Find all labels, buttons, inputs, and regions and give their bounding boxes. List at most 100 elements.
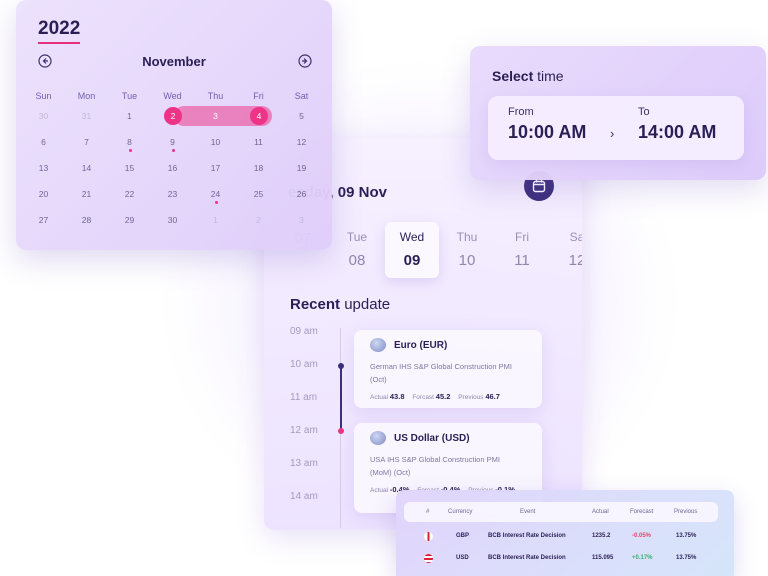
time-range-box[interactable]: From 10:00 AM › To 14:00 AM xyxy=(488,96,744,160)
week-day-number: 08 xyxy=(348,252,366,269)
calendar-day[interactable]: 16 xyxy=(151,158,194,178)
calendar-day[interactable]: 13 xyxy=(22,158,65,178)
weekday-header: Thu xyxy=(207,91,224,101)
timeline-marker xyxy=(338,363,344,369)
calendar-day[interactable]: 26 xyxy=(280,184,323,204)
calendar-day[interactable]: 14 xyxy=(65,158,108,178)
calendar-day[interactable]: 7 xyxy=(65,132,108,152)
table-row[interactable]: USD BCB Interest Rate Decision 115.095 +… xyxy=(404,550,718,568)
row-previous: 13.75% xyxy=(676,555,697,561)
row-event: BCB Interest Rate Decision xyxy=(488,533,566,539)
forecast-value: 45.2 xyxy=(435,392,451,401)
weekday-header: Fri xyxy=(253,91,264,101)
calendar-day[interactable]: 10 xyxy=(194,132,237,152)
euro-coin-icon xyxy=(370,338,386,352)
event-description: USA IHS S&P Global Construction PMI (MoM… xyxy=(370,455,500,477)
calendar-day[interactable]: 2 xyxy=(237,210,280,230)
event-currency: US Dollar (USD) xyxy=(394,432,470,444)
time-select-title-rest: time xyxy=(533,68,564,84)
calendar-day[interactable]: 1 xyxy=(194,210,237,230)
row-currency: GBP xyxy=(456,533,470,539)
row-forecast: +0.17% xyxy=(632,555,653,561)
event-card[interactable]: Euro (EUR) German IHS S&P Global Constru… xyxy=(354,330,542,408)
calendar-day[interactable]: 29 xyxy=(108,210,151,230)
event-stats: Actual 43.8 Forcast 45.2 Previous 46.7 xyxy=(370,392,532,401)
from-label: From xyxy=(508,106,534,118)
week-day[interactable]: Fri 11 xyxy=(495,222,549,278)
calendar-day[interactable]: 31 xyxy=(65,106,108,126)
next-month-button[interactable] xyxy=(296,52,314,70)
to-time[interactable]: 14:00 AM xyxy=(638,122,716,143)
week-day-selected[interactable]: Wed 09 xyxy=(385,222,439,278)
week-day-number: 09 xyxy=(403,252,421,269)
range-end-day[interactable]: 4 xyxy=(250,107,268,125)
table-header: # Currency Event Actual Forecast Previou… xyxy=(404,502,718,522)
from-time[interactable]: 10:00 AM xyxy=(508,122,586,143)
weekday-header: Tue xyxy=(121,91,138,101)
previous-month-button[interactable] xyxy=(36,52,54,70)
arrow-right-icon xyxy=(298,54,312,68)
calendar-day[interactable]: 3 xyxy=(280,210,323,230)
week-day-name: Tue xyxy=(346,230,368,244)
arrow-left-icon xyxy=(38,54,52,68)
chevron-right-icon: › xyxy=(610,126,615,141)
week-day[interactable]: Thu 10 xyxy=(440,222,494,278)
gbp-flag-icon xyxy=(424,532,433,541)
range-start-day[interactable]: 2 xyxy=(164,107,182,125)
weekday-header: Sat xyxy=(294,91,309,101)
weekday-header: Sun xyxy=(35,91,52,101)
calendar-month: November xyxy=(142,54,206,69)
calendar-day[interactable]: 12 xyxy=(280,132,323,152)
usd-coin-icon xyxy=(370,431,386,445)
timeline-label: 09 am xyxy=(290,326,318,337)
calendar-day[interactable]: 1 xyxy=(108,106,151,126)
calendar-day[interactable]: 21 xyxy=(65,184,108,204)
calendar-day[interactable]: 25 xyxy=(237,184,280,204)
actual-label: Actual xyxy=(370,394,389,401)
event-description: German IHS S&P Global Construction PMI (… xyxy=(370,362,513,384)
time-select-title: Select time xyxy=(492,68,564,84)
calendar-year: 2022 xyxy=(38,18,81,44)
calendar-day[interactable]: 5 xyxy=(280,106,323,126)
week-day-name: Sa xyxy=(569,230,582,244)
week-day[interactable]: Sa 12 xyxy=(550,222,582,278)
row-actual: 115.095 xyxy=(592,555,614,561)
col-header: Previous xyxy=(674,509,698,515)
calendar-day[interactable]: 19 xyxy=(280,158,323,178)
col-header: # xyxy=(426,509,430,515)
calendar-day[interactable]: 22 xyxy=(108,184,151,204)
usd-flag-icon xyxy=(424,554,433,563)
event-dot xyxy=(215,201,218,204)
calendar-icon xyxy=(532,180,546,193)
economic-table-card: # Currency Event Actual Forecast Previou… xyxy=(396,490,734,576)
recent-update-title-bold: Recent xyxy=(290,296,341,313)
calendar-day[interactable]: 27 xyxy=(22,210,65,230)
week-day-number: 10 xyxy=(458,252,476,269)
row-forecast: -0.05% xyxy=(632,533,652,539)
timeline-label: 12 am xyxy=(290,425,318,436)
row-currency: USD xyxy=(456,555,469,561)
week-day[interactable]: Tue 08 xyxy=(330,222,384,278)
calendar-day[interactable]: 30 xyxy=(151,210,194,230)
calendar-day[interactable]: 6 xyxy=(22,132,65,152)
calendar-day[interactable]: 15 xyxy=(108,158,151,178)
previous-value: 46.7 xyxy=(485,392,500,401)
calendar-day[interactable]: 18 xyxy=(237,158,280,178)
col-header: Forecast xyxy=(630,509,654,515)
calendar-day[interactable]: 20 xyxy=(22,184,65,204)
table-row[interactable]: GBP BCB Interest Rate Decision 1235.2 -0… xyxy=(404,528,718,546)
calendar-day[interactable]: 23 xyxy=(151,184,194,204)
calendar-day[interactable]: 28 xyxy=(65,210,108,230)
actual-value: 43.8 xyxy=(389,392,405,401)
timeline-label: 13 am xyxy=(290,458,318,469)
timeline-label: 11 am xyxy=(290,392,318,403)
calendar-day-in-range[interactable]: 3 xyxy=(194,106,237,126)
time-select-title-bold: Select xyxy=(492,68,534,84)
calendar-day[interactable]: 11 xyxy=(237,132,280,152)
week-day-name: Fri xyxy=(515,230,529,244)
actual-label: Actual xyxy=(370,487,389,494)
row-actual: 1235.2 xyxy=(592,533,611,539)
timeline-marker xyxy=(338,428,344,434)
calendar-day[interactable]: 30 xyxy=(22,106,65,126)
calendar-day[interactable]: 17 xyxy=(194,158,237,178)
